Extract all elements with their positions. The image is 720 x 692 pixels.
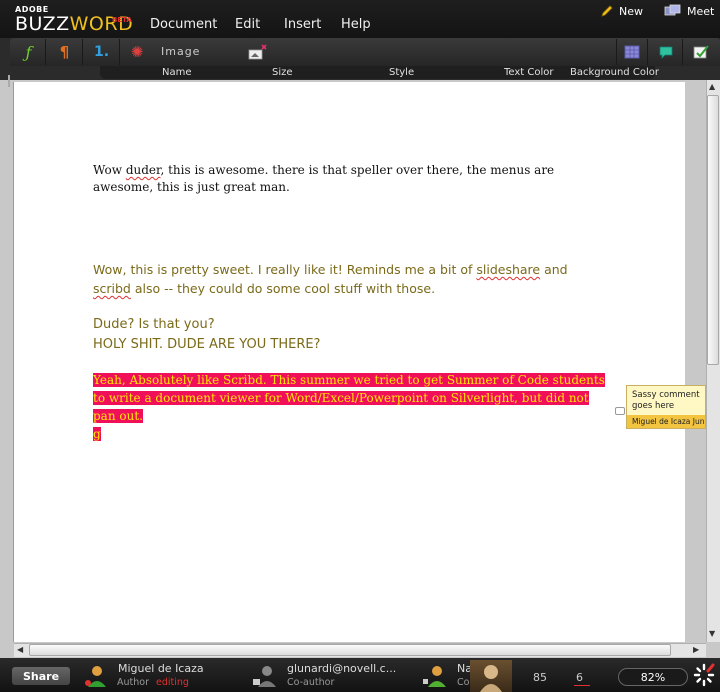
list-button[interactable]: 1. (84, 39, 120, 65)
comment-author: Miguel de Icaza Jun (627, 415, 705, 428)
image-label: Image (161, 45, 201, 58)
meet-button[interactable]: Meet (664, 4, 714, 18)
vertical-scroll-thumb[interactable] (707, 95, 719, 365)
font-button[interactable]: ƒ (12, 39, 46, 65)
misspelled-word[interactable]: scribd (93, 281, 131, 296)
list-number-icon: 1. (93, 44, 110, 60)
scroll-right-arrow-icon[interactable]: ▶ (693, 645, 699, 654)
buzzword-app: ADOBE BUZZWORD BETA Document Edit Insert… (0, 0, 720, 692)
pencil-icon (601, 5, 613, 17)
review-button[interactable] (684, 39, 718, 65)
stat-underline (574, 685, 590, 686)
font-style-label[interactable]: Style (389, 67, 414, 78)
user-avatar-icon[interactable] (422, 663, 448, 689)
new-button[interactable]: New (600, 4, 643, 18)
scroll-left-arrow-icon[interactable]: ◀ (17, 645, 23, 654)
paragraph-button[interactable]: ¶ (47, 39, 83, 65)
checklist-icon (693, 45, 709, 59)
page-marker (8, 75, 10, 87)
horizontal-scroll-thumb[interactable] (29, 644, 671, 656)
image-options-button[interactable] (247, 43, 271, 61)
misspelled-word[interactable]: slideshare (476, 262, 540, 277)
user-status: editing (156, 677, 189, 688)
meet-label: Meet (687, 4, 715, 18)
top-bar: ADOBE BUZZWORD BETA Document Edit Insert… (0, 0, 720, 38)
menu-help[interactable]: Help (341, 17, 371, 32)
image-insert-button[interactable]: ✺ (122, 39, 152, 65)
font-size-label[interactable]: Size (272, 67, 293, 78)
user-avatar-icon[interactable] (252, 663, 278, 689)
table-view-button[interactable] (616, 39, 648, 65)
user-role: Co-author (287, 677, 335, 688)
formatting-toolbar: ƒ ¶ 1. ✺ Image (10, 38, 720, 66)
p3-line-1: Dude? Is that you? (93, 317, 215, 332)
zoom-control[interactable]: 82% (618, 668, 688, 686)
comment-text: Sassy comment goes here (632, 390, 700, 411)
p2-text-b: and (540, 262, 568, 277)
comment-note[interactable]: Sassy comment goes here Miguel de Icaza … (626, 385, 706, 429)
logo-buzz: BUZZ (15, 13, 70, 35)
font-f-icon: ƒ (25, 42, 32, 62)
paragraph-1[interactable]: Wow duder, this is awesome. there is tha… (93, 162, 608, 196)
p2-text-a: Wow, this is pretty sweet. I really like… (93, 262, 477, 277)
paragraph-4-highlighted[interactable]: Yeah, Absolutely like Scribd. This summe… (93, 371, 608, 443)
menu-edit[interactable]: Edit (235, 17, 260, 32)
font-name-label[interactable]: Name (162, 67, 192, 78)
comment-bubble-icon (659, 46, 672, 59)
highlighted-text: Yeah, Absolutely like Scribd. This summe… (93, 373, 605, 423)
p1-text-a: Wow (93, 163, 126, 177)
user-role: Author (117, 677, 149, 688)
user-name: Miguel de Icaza (118, 662, 204, 675)
new-label: New (619, 4, 643, 18)
meet-icon (664, 4, 681, 16)
image-picture-icon (248, 44, 267, 60)
pilcrow-icon: ¶ (59, 43, 70, 61)
p2-text-c: also -- they could do some cool stuff wi… (130, 281, 436, 296)
user-name: glunardi@novell.c... (287, 662, 397, 675)
paragraph-2[interactable]: Wow, this is pretty sweet. I really like… (93, 260, 608, 298)
stat-count-2: 6 (576, 671, 583, 684)
p3-line-2: HOLY SHIT. DUDE ARE YOU THERE? (93, 337, 321, 352)
image-star-icon: ✺ (130, 43, 144, 61)
menu-document[interactable]: Document (150, 17, 217, 32)
cursor-text: g (93, 427, 101, 441)
user-role: Co (457, 677, 470, 688)
bust-photo-icon (480, 665, 502, 692)
user-avatar-icon[interactable] (84, 663, 110, 689)
paragraph-3[interactable]: Dude? Is that you? HOLY SHIT. DUDE ARE Y… (93, 315, 608, 355)
p1-text-b: , this is awesome. there is that speller… (93, 163, 555, 194)
share-button[interactable]: Share (12, 667, 70, 685)
busy-spinner-icon[interactable] (692, 662, 716, 688)
misspelled-word[interactable]: duder (126, 163, 161, 177)
comments-button[interactable] (649, 39, 683, 65)
scroll-down-arrow-icon[interactable]: ▼ (709, 629, 715, 638)
menu-insert[interactable]: Insert (284, 17, 321, 32)
text-color-label[interactable]: Text Color (504, 67, 554, 78)
logo-beta-badge: BETA (112, 16, 132, 24)
comment-marker-icon[interactable] (615, 407, 625, 415)
scroll-up-arrow-icon[interactable]: ▲ (709, 82, 715, 91)
user-photo[interactable] (470, 660, 512, 692)
app-logo: ADOBE BUZZWORD BETA (15, 5, 133, 34)
table-icon (624, 45, 640, 59)
stat-count-1: 85 (533, 671, 547, 684)
background-color-label[interactable]: Background Color (570, 67, 659, 78)
